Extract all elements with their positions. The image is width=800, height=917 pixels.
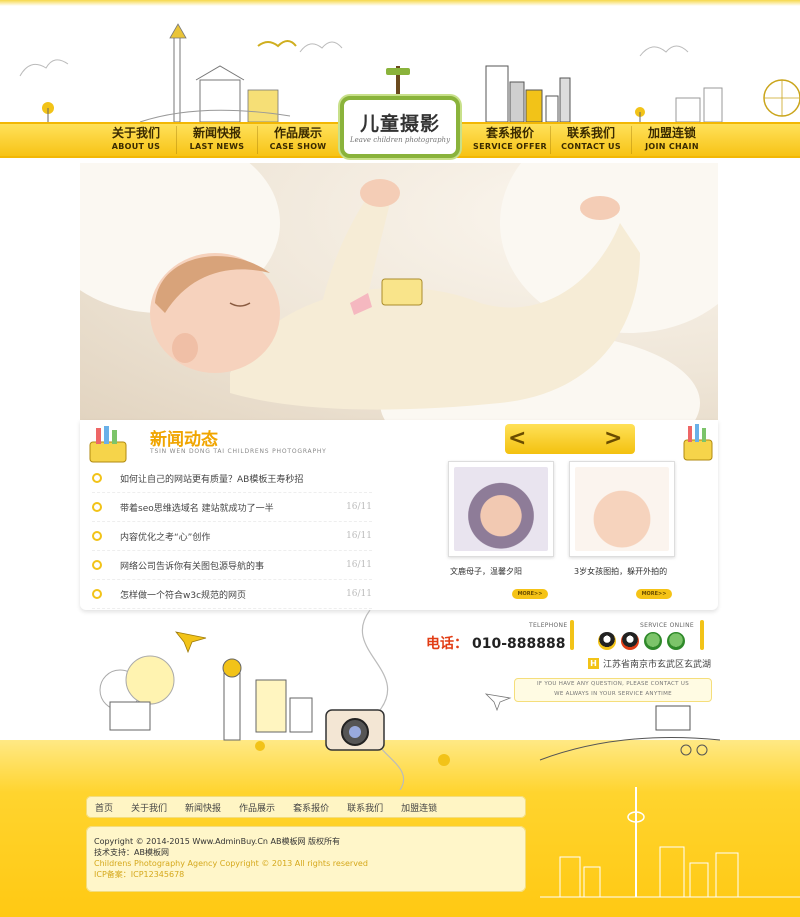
nav-label-en: JOIN CHAIN — [645, 142, 699, 151]
footer-info: Copyright © 2014-2015 Www.AdminBuy.Cn AB… — [86, 826, 526, 892]
nav-label-cn: 联系我们 — [566, 126, 615, 140]
footer-nav-cases[interactable]: 作品展示 — [230, 801, 284, 814]
nav-label-cn: 套系报价 — [485, 126, 534, 140]
bullet-icon — [92, 560, 102, 570]
news-item[interactable]: 怎样做一个符合w3c规范的网页 16/11 — [92, 580, 372, 609]
nav-label-cn: 关于我们 — [111, 126, 160, 140]
bullet-icon — [92, 531, 102, 541]
nav-contact-us[interactable]: 联系我们 CONTACT US — [551, 126, 631, 154]
gallery-photo[interactable] — [569, 461, 675, 557]
baby-photo-image — [454, 467, 548, 551]
nav-label-en: CONTACT US — [561, 142, 621, 151]
news-section-subtitle: TSIN WEN DONG TAI CHILDRENS PHOTOGRAPHY — [150, 448, 327, 455]
sleeping-baby-illustration — [150, 179, 640, 410]
baby-photo-image — [575, 467, 669, 551]
pencils-icon — [89, 426, 127, 463]
crayon-cup-icon — [683, 424, 713, 461]
nav-label-cn: 新闻快报 — [192, 126, 241, 140]
nav-about-us[interactable]: 关于我们 ABOUT US — [96, 126, 176, 154]
news-item-title[interactable]: 带着seo思维选域名 建站就成功了一半 — [120, 501, 320, 514]
bullet-icon — [92, 473, 102, 483]
gallery-photo-caption: 3岁女孩图拍，躲开外拍的 — [574, 567, 668, 576]
news-item-title[interactable]: 如何让自己的网站更有质量？AB模板王寿秒招 — [120, 472, 340, 485]
bullet-icon — [92, 589, 102, 599]
footer-nav-news[interactable]: 新闻快报 — [176, 801, 230, 814]
nav-service-offer[interactable]: 套系报价 SERVICE OFFER — [470, 126, 550, 154]
nav-label-en: SERVICE OFFER — [473, 142, 547, 151]
news-item-date: 16/11 — [346, 502, 372, 512]
gallery-prev-button[interactable]: < — [508, 426, 526, 451]
footer-copyright: Copyright © 2014-2015 Www.AdminBuy.Cn AB… — [94, 837, 341, 846]
news-item[interactable]: 带着seo思维选域名 建站就成功了一半 16/11 — [92, 493, 372, 522]
town-illustration — [99, 610, 721, 790]
logo-title: 儿童摄影 — [359, 113, 440, 135]
news-item-date: 16/11 — [346, 531, 372, 541]
nav-label-en: LAST NEWS — [189, 142, 245, 151]
nav-right: 套系报价 SERVICE OFFER 联系我们 CONTACT US 加盟连锁 … — [470, 126, 712, 154]
footer-nav: 首页 关于我们 新闻快报 作品展示 套系报价 联系我们 加盟连锁 — [86, 796, 526, 818]
nav-last-news[interactable]: 新闻快报 LAST NEWS — [177, 126, 257, 154]
news-item[interactable]: 如何让自己的网站更有质量？AB模板王寿秒招 — [92, 464, 372, 493]
footer-nav-about[interactable]: 关于我们 — [122, 801, 176, 814]
footer-nav-join[interactable]: 加盟连锁 — [392, 801, 446, 814]
news-item-title[interactable]: 网络公司告诉你有关图包源导航的事 — [120, 559, 320, 572]
footer-icp: ICP备案：ICP12345678 — [94, 870, 185, 879]
news-item[interactable]: 网络公司告诉你有关图包源导航的事 16/11 — [92, 551, 372, 580]
gallery-next-button[interactable]: > — [604, 426, 622, 451]
nav-left: 关于我们 ABOUT US 新闻快报 LAST NEWS 作品展示 CASE S… — [96, 126, 338, 154]
nav-label-en: ABOUT US — [111, 142, 161, 151]
more-button[interactable]: MORE>> — [512, 589, 548, 599]
footer-support: 技术支持：AB模板网 — [94, 848, 169, 857]
nav-label-cn: 作品展示 — [273, 126, 322, 140]
bullet-icon — [92, 502, 102, 512]
footer-en-copyright: Childrens Photography Agency Copyright ©… — [94, 859, 368, 868]
logo-sign-arm — [386, 68, 410, 75]
nav-case-show[interactable]: 作品展示 CASE SHOW — [258, 126, 338, 154]
footer-nav-contact[interactable]: 联系我们 — [338, 801, 392, 814]
news-item-date: 16/11 — [346, 560, 372, 570]
news-item-title[interactable]: 内容优化之考“心”创作 — [120, 530, 320, 543]
news-list: 如何让自己的网站更有质量？AB模板王寿秒招 带着seo思维选域名 建站就成功了一… — [92, 464, 372, 609]
gallery-photo-caption: 文鹿母子，温馨夕阳 — [450, 567, 522, 576]
news-item[interactable]: 内容优化之考“心”创作 16/11 — [92, 522, 372, 551]
hero-banner — [80, 163, 718, 421]
nav-label-en: CASE SHOW — [269, 142, 327, 151]
tv-tower-skyline — [540, 787, 800, 898]
news-section-title: 新闻动态 — [150, 430, 218, 450]
footer-nav-home[interactable]: 首页 — [86, 801, 122, 814]
nav-label-cn: 加盟连锁 — [647, 126, 696, 140]
site-logo[interactable]: 儿童摄影 Leave children photography — [340, 96, 460, 158]
more-button[interactable]: MORE>> — [636, 589, 672, 599]
gallery-photo[interactable] — [448, 461, 554, 557]
news-item-title[interactable]: 怎样做一个符合w3c规范的网页 — [120, 588, 320, 601]
nav-join-chain[interactable]: 加盟连锁 JOIN CHAIN — [632, 126, 712, 154]
news-item-date: 16/11 — [346, 589, 372, 599]
logo-subtitle: Leave children photography — [349, 136, 451, 144]
footer-nav-offer[interactable]: 套系报价 — [284, 801, 338, 814]
